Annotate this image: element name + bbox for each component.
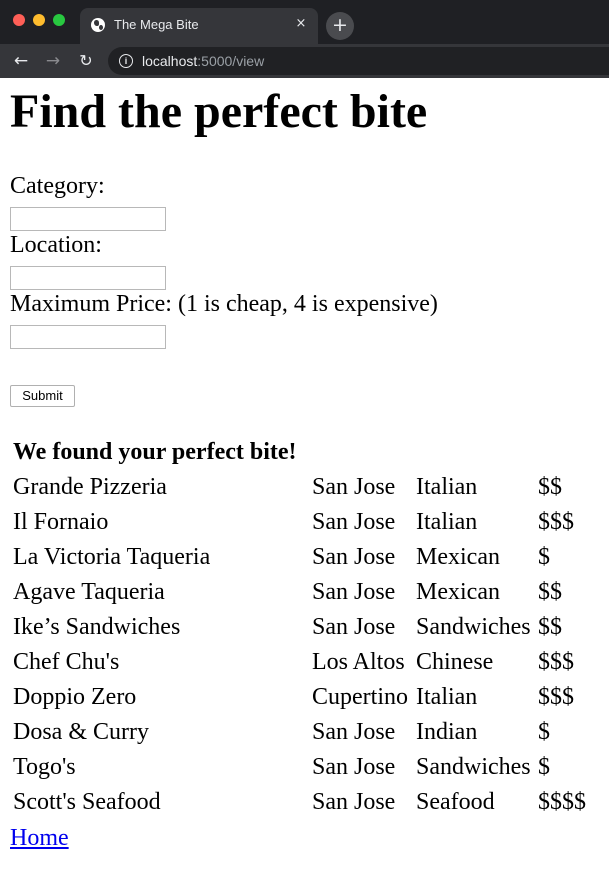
restaurant-city: San Jose [312, 719, 396, 745]
restaurant-city: San Jose [312, 754, 396, 780]
tab-strip: The Mega Bite × + [0, 0, 609, 44]
restaurant-cuisine: Sandwiches [416, 754, 531, 780]
restaurant-price: $$ [538, 614, 562, 640]
table-row: Scott's Seafood San Jose Seafood $$$$ [12, 786, 587, 819]
close-window-button[interactable] [13, 14, 25, 26]
globe-favicon-icon [91, 18, 105, 32]
restaurant-price: $ [538, 719, 550, 745]
reload-icon[interactable]: ↻ [74, 49, 98, 73]
address-bar[interactable]: i localhost:5000/view [108, 47, 609, 75]
table-row: Chef Chu's Los Altos Chinese $$$ [12, 646, 587, 679]
tab-close-icon[interactable]: × [293, 16, 309, 32]
location-input[interactable] [10, 266, 166, 290]
table-row: Grande Pizzeria San Jose Italian $$ [12, 471, 587, 504]
zoom-window-button[interactable] [53, 14, 65, 26]
restaurant-name: Scott's Seafood [13, 789, 161, 815]
restaurant-name: Ike’s Sandwiches [13, 614, 181, 640]
restaurant-cuisine: Mexican [416, 544, 500, 570]
page-title: Find the perfect bite [10, 85, 428, 138]
max-price-label: Maximum Price: (1 is cheap, 4 is expensi… [10, 291, 438, 317]
restaurant-price: $$$ [538, 684, 574, 710]
restaurant-price: $$ [538, 579, 562, 605]
restaurant-cuisine: Seafood [416, 789, 495, 815]
restaurant-city: Los Altos [312, 649, 405, 675]
results-body: Grande Pizzeria San Jose Italian $$ Il Forna… [12, 471, 587, 819]
restaurant-cuisine: Italian [416, 684, 478, 710]
restaurant-city: San Jose [312, 614, 396, 640]
browser-chrome: The Mega Bite × + ← → ↻ i localhost:5000… [0, 0, 609, 78]
restaurant-cuisine: Sandwiches [416, 614, 531, 640]
restaurant-city: Cupertino [312, 684, 408, 710]
restaurant-name: Doppio Zero [13, 684, 137, 710]
restaurant-price: $$$ [538, 509, 574, 535]
restaurant-cuisine: Italian [416, 474, 478, 500]
restaurant-cuisine: Chinese [416, 649, 494, 675]
restaurant-name: Dosa & Curry [13, 719, 149, 745]
restaurant-cuisine: Mexican [416, 579, 500, 605]
browser-toolbar: ← → ↻ i localhost:5000/view [0, 44, 609, 78]
restaurant-name: Il Fornaio [13, 509, 109, 535]
forward-arrow-icon[interactable]: → [41, 49, 65, 73]
restaurant-price: $ [538, 544, 550, 570]
restaurant-city: San Jose [312, 474, 396, 500]
restaurant-city: San Jose [312, 579, 396, 605]
restaurant-city: San Jose [312, 509, 396, 535]
submit-button[interactable]: Submit [10, 385, 75, 407]
table-row: Doppio Zero Cupertino Italian $$$ [12, 681, 587, 714]
restaurant-price: $ [538, 754, 550, 780]
restaurant-name: Grande Pizzeria [13, 474, 167, 500]
results-header-row: We found your perfect bite! [12, 436, 587, 469]
restaurant-cuisine: Italian [416, 509, 478, 535]
page-content: Find the perfect bite Category: Location… [0, 78, 609, 872]
category-label: Category: [10, 173, 105, 199]
restaurant-city: San Jose [312, 789, 396, 815]
results-header: We found your perfect bite! [13, 439, 297, 465]
back-arrow-icon[interactable]: ← [9, 49, 33, 73]
max-price-input[interactable] [10, 325, 166, 349]
url-host: localhost [142, 53, 198, 69]
table-row: Togo's San Jose Sandwiches $ [12, 751, 587, 784]
active-tab[interactable]: The Mega Bite × [80, 8, 318, 44]
restaurant-cuisine: Indian [416, 719, 478, 745]
url-text[interactable]: localhost:5000/view [142, 53, 264, 69]
category-input[interactable] [10, 207, 166, 231]
home-link[interactable]: Home [10, 824, 69, 852]
restaurant-name: Chef Chu's [13, 649, 120, 675]
new-tab-button[interactable]: + [326, 12, 354, 40]
restaurant-name: Togo's [13, 754, 76, 780]
table-row: Dosa & Curry San Jose Indian $ [12, 716, 587, 749]
minimize-window-button[interactable] [33, 14, 45, 26]
results-table: We found your perfect bite! Grande Pizze… [10, 434, 589, 821]
restaurant-city: San Jose [312, 544, 396, 570]
restaurant-price: $$$ [538, 649, 574, 675]
table-row: Il Fornaio San Jose Italian $$$ [12, 506, 587, 539]
tab-title: The Mega Bite [114, 17, 199, 32]
table-row: Ike’s Sandwiches San Jose Sandwiches $$ [12, 611, 587, 644]
restaurant-name: La Victoria Taqueria [13, 544, 211, 570]
table-row: La Victoria Taqueria San Jose Mexican $ [12, 541, 587, 574]
url-path: :5000/view [197, 53, 265, 69]
restaurant-price: $$$$ [538, 789, 586, 815]
info-icon[interactable]: i [119, 54, 133, 68]
table-row: Agave Taqueria San Jose Mexican $$ [12, 576, 587, 609]
restaurant-name: Agave Taqueria [13, 579, 165, 605]
location-label: Location: [10, 232, 102, 258]
restaurant-price: $$ [538, 474, 562, 500]
